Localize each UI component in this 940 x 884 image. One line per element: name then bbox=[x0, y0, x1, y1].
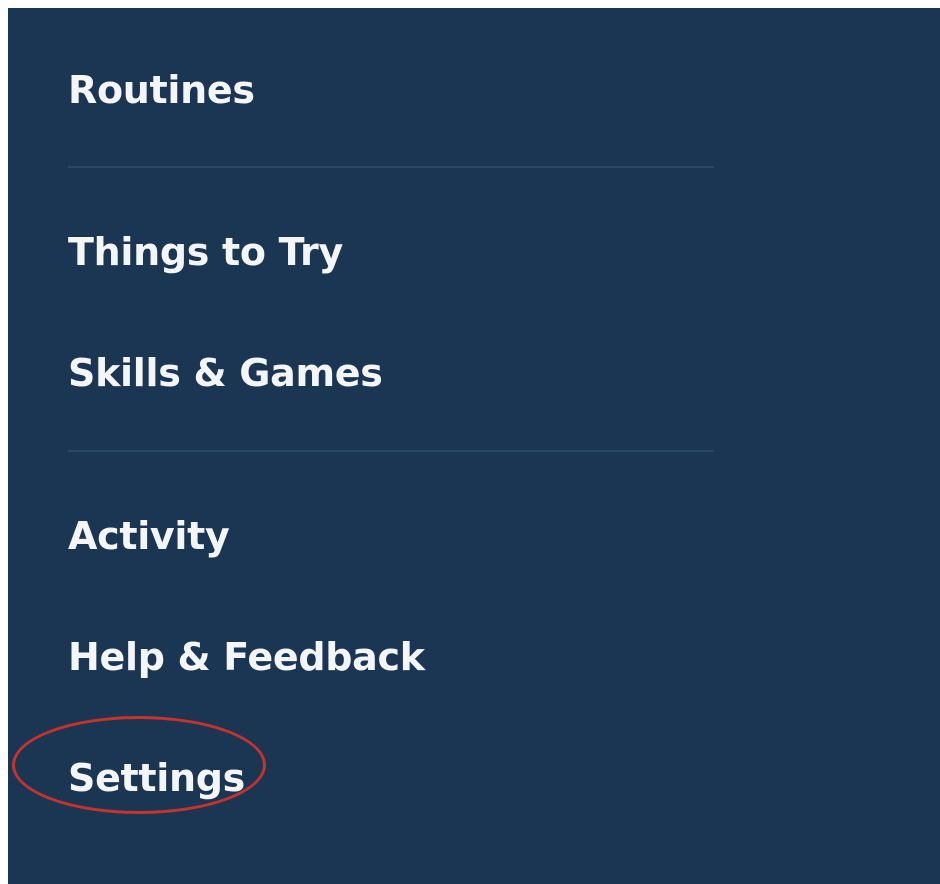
menu-item-settings[interactable]: Settings bbox=[68, 748, 245, 808]
menu-item-things-to-try[interactable]: Things to Try bbox=[68, 222, 343, 282]
menu-divider bbox=[68, 450, 714, 452]
menu-item-activity[interactable]: Activity bbox=[68, 506, 230, 566]
menu-item-skills-games[interactable]: Skills & Games bbox=[68, 343, 383, 403]
menu-divider bbox=[68, 166, 714, 168]
navigation-menu: Routines Things to Try Skills & Games Ac… bbox=[8, 8, 940, 884]
menu-item-help-feedback[interactable]: Help & Feedback bbox=[68, 627, 425, 687]
menu-item-routines[interactable]: Routines bbox=[68, 60, 255, 120]
